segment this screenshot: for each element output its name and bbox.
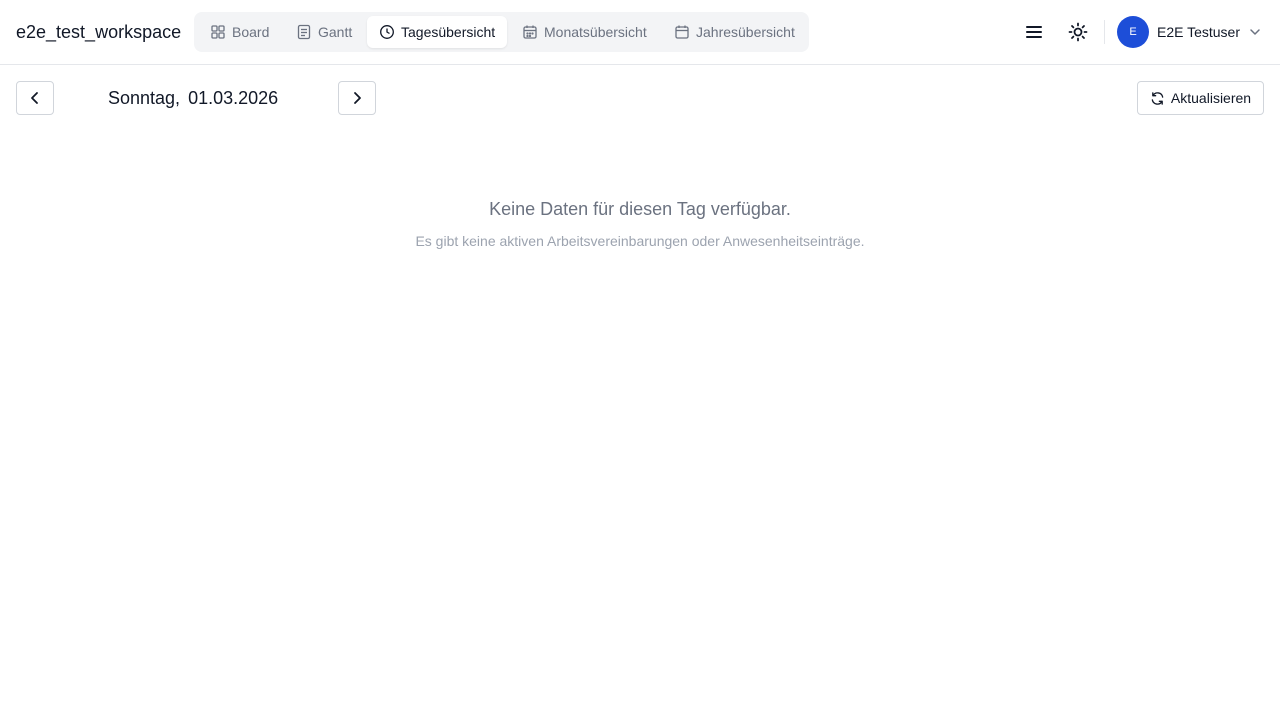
- view-tabs: Board Gantt Tagesübersicht Monatsübersic…: [194, 12, 809, 52]
- clock-icon: [380, 25, 394, 39]
- tab-label: Board: [232, 24, 270, 40]
- tab-label: Gantt: [318, 24, 353, 40]
- document-icon: [297, 24, 311, 40]
- tab-tagesuebersicht[interactable]: Tagesübersicht: [367, 16, 508, 48]
- avatar: E: [1117, 16, 1149, 48]
- grid-icon: [211, 25, 225, 39]
- theme-toggle-button[interactable]: [1062, 16, 1094, 48]
- header-divider: [1104, 20, 1105, 44]
- user-name: E2E Testuser: [1157, 24, 1241, 40]
- workspace-title: e2e_test_workspace: [16, 22, 182, 42]
- previous-day-button[interactable]: [16, 81, 54, 115]
- tab-label: Monatsübersicht: [544, 24, 647, 40]
- hamburger-menu-icon: [1026, 26, 1042, 38]
- refresh-label: Aktualisieren: [1170, 90, 1252, 106]
- refresh-button[interactable]: Aktualisieren: [1137, 81, 1264, 115]
- chevron-left-icon: [31, 92, 38, 104]
- current-date: Sonntag, 01.03.2026: [108, 86, 278, 110]
- tab-jahresuebersicht[interactable]: Jahresübersicht: [662, 16, 807, 48]
- chevron-down-icon: [1250, 29, 1260, 35]
- empty-state-title: Keine Daten für diesen Tag verfügbar.: [489, 199, 791, 219]
- tab-label: Tagesübersicht: [401, 24, 496, 40]
- tab-gantt[interactable]: Gantt: [284, 16, 364, 48]
- tab-label: Jahresübersicht: [696, 24, 795, 40]
- sun-icon: [1068, 22, 1088, 42]
- top-bar: e2e_test_workspace Board Gantt Tagesüber…: [0, 0, 1280, 65]
- calendar-icon: [523, 25, 537, 39]
- tab-monatsuebersicht[interactable]: Monatsübersicht: [510, 16, 659, 48]
- chevron-right-icon: [354, 92, 361, 104]
- calendar-icon: [675, 25, 689, 39]
- next-day-button[interactable]: [338, 81, 376, 115]
- tab-board[interactable]: Board: [198, 16, 281, 48]
- refresh-icon: [1151, 91, 1164, 105]
- user-menu[interactable]: E E2E Testuser: [1117, 16, 1262, 48]
- date-value: 01.03.2026: [188, 87, 279, 108]
- weekday-label: Sonntag,: [108, 87, 181, 108]
- empty-state-subtitle: Es gibt keine aktiven Arbeitsvereinbarun…: [415, 233, 865, 249]
- menu-button[interactable]: [1018, 16, 1050, 48]
